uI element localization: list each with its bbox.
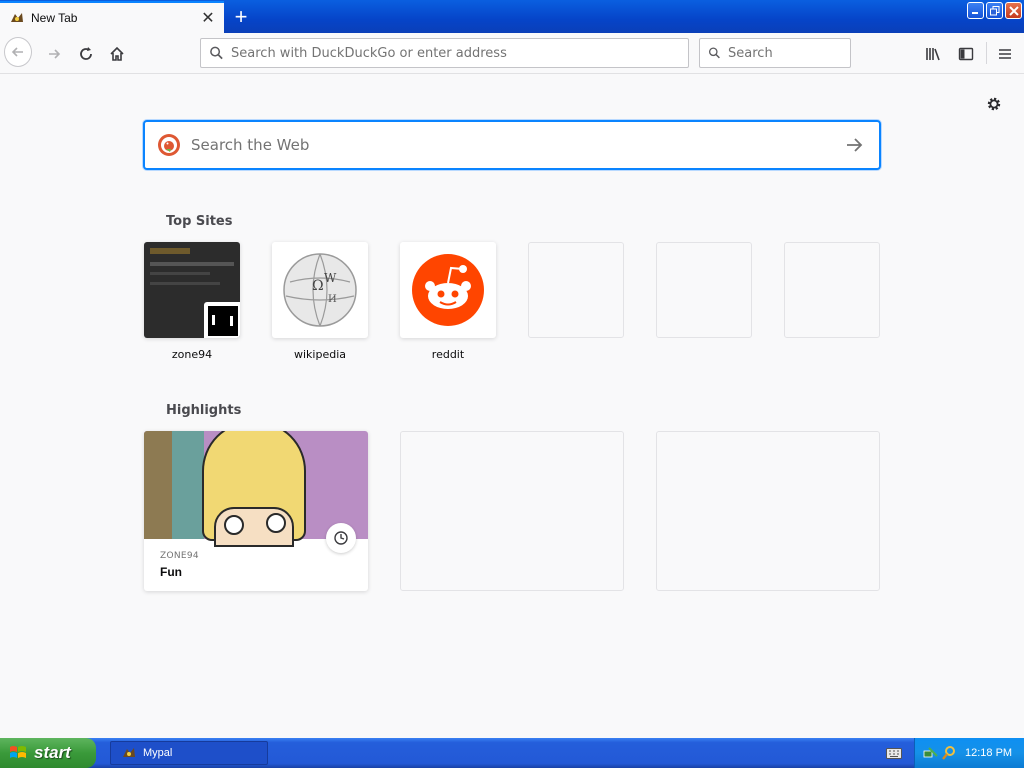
tab-title: New Tab [31, 11, 78, 25]
top-site-placeholder [528, 242, 624, 338]
pong-paddle-left [212, 315, 215, 325]
top-site-placeholder [784, 242, 880, 338]
highlights-heading: Highlights [166, 403, 242, 418]
preview-eye [266, 513, 286, 533]
pong-paddle-right [230, 316, 233, 326]
screenshot-line [150, 262, 234, 266]
svg-text:W: W [324, 271, 337, 285]
mypal-app-icon [123, 748, 135, 757]
taskbar-item-label: Mypal [143, 747, 173, 759]
restore-icon [989, 5, 999, 15]
new-tab-page: Top Sites zone94 Ω W И wikipedia [0, 75, 1024, 738]
highlight-title: Fun [160, 565, 182, 579]
window-controls [967, 2, 1022, 19]
reload-icon [80, 47, 92, 60]
duckduckgo-logo-icon [158, 134, 180, 156]
back-arrow-icon [11, 47, 23, 57]
hamburger-menu-icon [999, 49, 1011, 59]
search-input[interactable] [728, 45, 850, 61]
top-site-tile-zone94[interactable] [144, 242, 240, 338]
highlight-preview-image [144, 431, 368, 547]
svg-text:Ω: Ω [312, 278, 324, 294]
address-input[interactable] [231, 45, 688, 61]
system-tray: 12:18 PM [914, 738, 1024, 768]
web-search-input[interactable] [191, 136, 843, 154]
library-icon [926, 48, 940, 61]
search-submit-arrow-icon[interactable] [843, 134, 865, 156]
library-button[interactable] [920, 40, 948, 68]
forward-button[interactable] [40, 40, 68, 68]
reddit-logo-icon [412, 254, 484, 326]
magnifier-icon[interactable] [941, 745, 957, 761]
top-site-placeholder [656, 242, 752, 338]
svg-text:И: И [328, 294, 337, 305]
clock-icon [334, 531, 348, 545]
nav-toolbar [0, 33, 1024, 74]
toolbar-divider [986, 42, 987, 64]
sidebar-icon [958, 47, 974, 61]
screenshot-header [150, 248, 190, 254]
back-button[interactable] [4, 37, 32, 67]
forward-arrow-icon [49, 49, 61, 59]
tab-strip: New Tab ✕ + [0, 0, 1024, 33]
top-site-label[interactable]: wikipedia [272, 348, 368, 361]
restore-button[interactable] [986, 2, 1003, 19]
search-icon [210, 46, 223, 60]
zone94-favicon-bg [208, 306, 238, 336]
home-button[interactable] [103, 40, 131, 68]
top-sites-heading: Top Sites [166, 214, 233, 229]
screenshot-line [150, 272, 210, 275]
reload-button[interactable] [72, 40, 100, 68]
close-window-button[interactable] [1005, 2, 1022, 19]
highlight-placeholder [400, 431, 624, 591]
windows-taskbar: start Mypal 12:18 PM [0, 738, 1024, 768]
start-button[interactable]: start [0, 738, 96, 768]
search-icon [708, 47, 720, 59]
history-badge [326, 523, 356, 553]
highlight-placeholder [656, 431, 880, 591]
network-icon[interactable] [923, 745, 939, 761]
menu-button[interactable] [991, 40, 1019, 68]
preview-bg-door [172, 431, 204, 539]
taskbar-item-mypal[interactable]: Mypal [110, 741, 268, 765]
gear-icon[interactable] [985, 95, 1003, 113]
web-search-box[interactable] [143, 120, 881, 170]
search-bar[interactable] [699, 38, 851, 68]
windows-logo-icon [10, 746, 26, 758]
zone94-favicon [204, 302, 240, 338]
wikipedia-globe-icon: Ω W И [283, 253, 357, 327]
start-label: start [34, 743, 71, 762]
top-site-tile-reddit[interactable] [400, 242, 496, 338]
minimize-icon [972, 12, 978, 14]
close-icon [1008, 5, 1019, 16]
minimize-button[interactable] [967, 2, 984, 19]
highlight-card[interactable]: ZONE94 Fun [144, 431, 368, 591]
highlight-source: ZONE94 [160, 551, 199, 561]
top-site-label[interactable]: zone94 [144, 348, 240, 361]
new-tab-button[interactable]: + [230, 6, 252, 28]
tray-clock: 12:18 PM [965, 747, 1013, 759]
tab-close-icon[interactable]: ✕ [200, 10, 216, 27]
tab-new-tab[interactable]: New Tab ✕ [0, 1, 224, 33]
preview-eye [224, 515, 244, 535]
mypal-favicon-icon [11, 13, 23, 22]
address-bar[interactable] [200, 38, 689, 68]
sidebar-button[interactable] [952, 40, 980, 68]
home-icon [110, 46, 124, 61]
top-site-label[interactable]: reddit [400, 348, 496, 361]
keyboard-icon[interactable] [886, 746, 902, 760]
screenshot-line [150, 282, 220, 285]
top-site-tile-wikipedia[interactable]: Ω W И [272, 242, 368, 338]
